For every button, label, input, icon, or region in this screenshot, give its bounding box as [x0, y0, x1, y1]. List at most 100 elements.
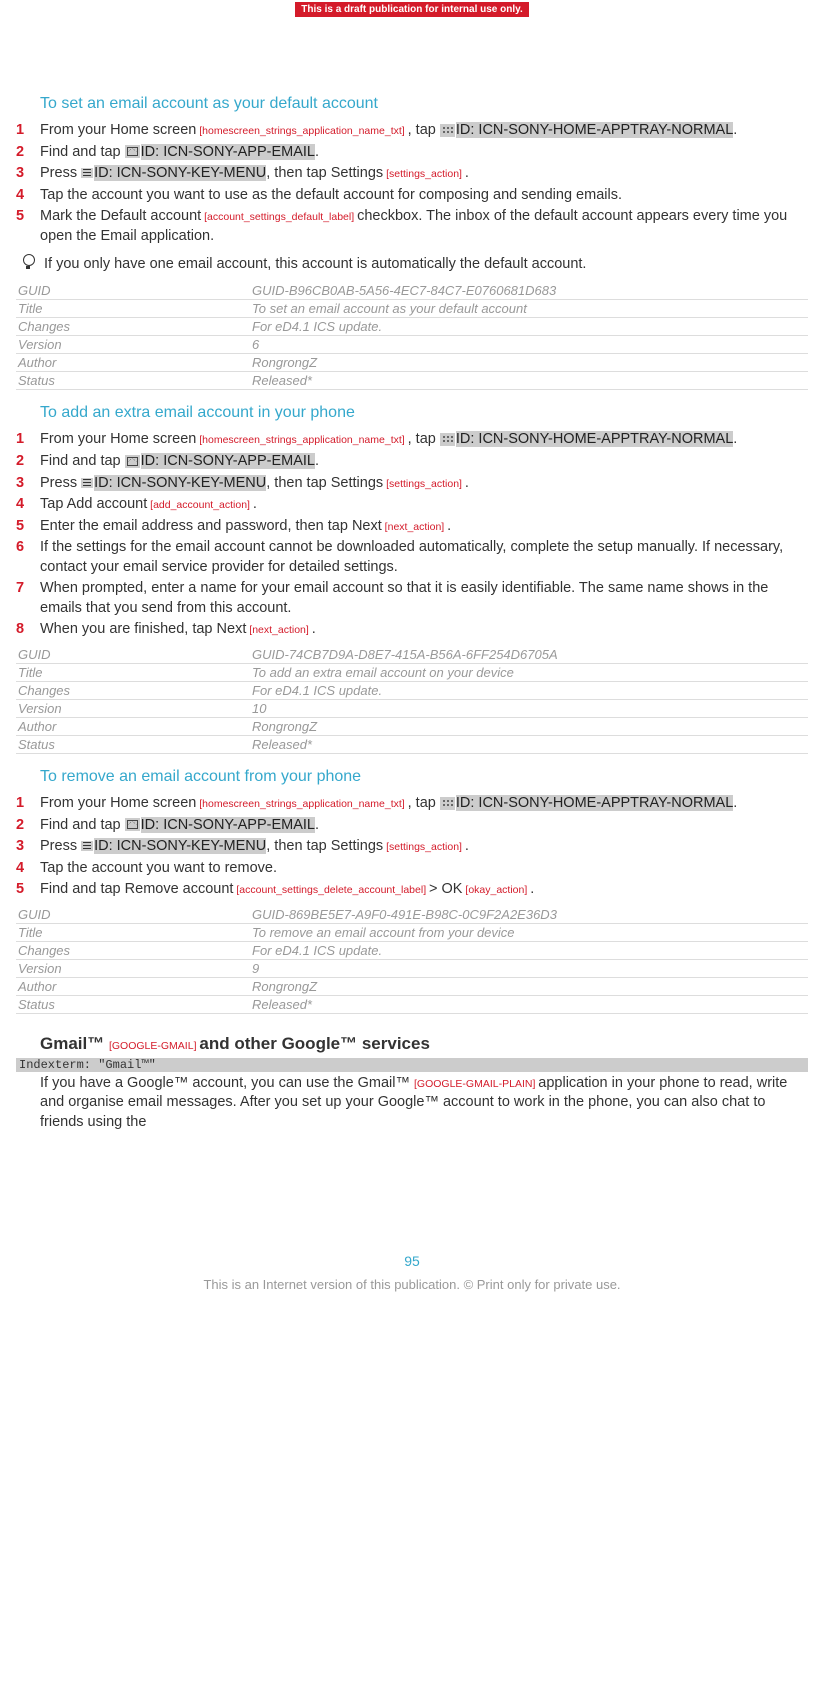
icon-id-highlight: ID: ICN-SONY-APP-EMAIL [141, 453, 315, 469]
steps-list: 1From your Home screen [homescreen_strin… [10, 121, 804, 246]
bold-term: Next [352, 518, 382, 534]
step-item: 3Press ID: ICN-SONY-KEY-MENU, then tap S… [16, 474, 804, 494]
step-text: When prompted, enter a name for your ema… [40, 579, 804, 618]
step-number: 2 [16, 143, 40, 163]
meta-key: Status [16, 736, 250, 754]
apps-grid-icon [440, 797, 455, 810]
meta-value: GUID-74CB7D9A-D8E7-415A-B56A-6FF254D6705… [250, 646, 808, 664]
step-text: Enter the email address and password, th… [40, 517, 804, 537]
meta-value: 10 [250, 700, 808, 718]
string-id-tag: [next_action] [246, 624, 311, 636]
step-item: 2Find and tap ID: ICN-SONY-APP-EMAIL. [16, 816, 804, 836]
metadata-table: GUIDGUID-869BE5E7-A9F0-491E-B98C-0C9F2A2… [16, 906, 808, 1014]
main-content: To set an email account as your default … [0, 95, 824, 1133]
table-row: TitleTo remove an email account from you… [16, 923, 808, 941]
meta-key: Title [16, 923, 250, 941]
bold-term: Default account [100, 208, 201, 224]
step-text: Find and tap Remove account [account_set… [40, 880, 804, 900]
icon-id-highlight: ID: ICN-SONY-HOME-APPTRAY-NORMAL [456, 795, 733, 811]
step-item: 4Tap the account you want to use as the … [16, 186, 804, 206]
step-number: 4 [16, 495, 40, 515]
meta-key: Status [16, 995, 250, 1013]
step-number: 4 [16, 859, 40, 879]
table-row: GUIDGUID-B96CB0AB-5A56-4EC7-84C7-E076068… [16, 282, 808, 300]
tip-text: If you only have one email account, this… [44, 256, 586, 272]
bold-term: Add account [67, 496, 148, 512]
meta-value: For eD4.1 ICS update. [250, 318, 808, 336]
meta-key: GUID [16, 646, 250, 664]
step-item: 4Tap the account you want to remove. [16, 859, 804, 879]
step-text: Mark the Default account [account_settin… [40, 207, 804, 246]
step-item: 8When you are finished, tap Next [next_a… [16, 620, 804, 640]
step-text: From your Home screen [homescreen_string… [40, 794, 804, 814]
icon-id-highlight: ID: ICN-SONY-HOME-APPTRAY-NORMAL [456, 431, 733, 447]
indexterm: Indexterm: "Gmail™" [16, 1058, 808, 1072]
step-number: 2 [16, 816, 40, 836]
table-row: ChangesFor eD4.1 ICS update. [16, 941, 808, 959]
lightbulb-icon [20, 254, 38, 266]
meta-key: GUID [16, 282, 250, 300]
table-row: ChangesFor eD4.1 ICS update. [16, 318, 808, 336]
table-row: TitleTo add an extra email account on yo… [16, 664, 808, 682]
bold-term: OK [442, 881, 463, 897]
meta-value: Released* [250, 995, 808, 1013]
metadata-table: GUIDGUID-B96CB0AB-5A56-4EC7-84C7-E076068… [16, 282, 808, 390]
steps-list: 1From your Home screen [homescreen_strin… [10, 794, 804, 900]
step-item: 3Press ID: ICN-SONY-KEY-MENU, then tap S… [16, 164, 804, 184]
table-row: AuthorRongrongZ [16, 354, 808, 372]
step-item: 2Find and tap ID: ICN-SONY-APP-EMAIL. [16, 452, 804, 472]
table-row: StatusReleased* [16, 372, 808, 390]
meta-key: Changes [16, 941, 250, 959]
apps-grid-icon [440, 433, 455, 446]
step-text: If the settings for the email account ca… [40, 538, 804, 577]
string-id-tag: [add_account_action] [147, 499, 253, 511]
apps-grid-icon [440, 124, 455, 137]
string-id-tag: [homescreen_strings_application_name_txt… [196, 798, 407, 810]
meta-key: Version [16, 700, 250, 718]
step-item: 6If the settings for the email account c… [16, 538, 804, 577]
step-item: 4Tap Add account [add_account_action] . [16, 495, 804, 515]
step-item: 1From your Home screen [homescreen_strin… [16, 121, 804, 141]
email-icon [125, 818, 140, 831]
meta-value: For eD4.1 ICS update. [250, 682, 808, 700]
step-number: 2 [16, 452, 40, 472]
bold-term: Settings [331, 165, 383, 181]
meta-value: Released* [250, 736, 808, 754]
step-text: From your Home screen [homescreen_string… [40, 121, 804, 141]
table-row: AuthorRongrongZ [16, 718, 808, 736]
meta-key: Title [16, 300, 250, 318]
table-row: GUIDGUID-74CB7D9A-D8E7-415A-B56A-6FF254D… [16, 646, 808, 664]
menu-key-icon [81, 168, 93, 178]
table-row: AuthorRongrongZ [16, 977, 808, 995]
meta-key: Version [16, 336, 250, 354]
step-number: 1 [16, 794, 40, 814]
meta-key: GUID [16, 906, 250, 924]
step-number: 8 [16, 620, 40, 640]
footer-text: This is an Internet version of this publ… [0, 1277, 824, 1300]
page-number: 95 [0, 1253, 824, 1269]
meta-value: 6 [250, 336, 808, 354]
step-text: Press ID: ICN-SONY-KEY-MENU, then tap Se… [40, 837, 804, 857]
step-number: 1 [16, 121, 40, 141]
step-text: Tap the account you want to use as the d… [40, 186, 804, 206]
step-item: 1From your Home screen [homescreen_strin… [16, 430, 804, 450]
step-number: 4 [16, 186, 40, 206]
email-icon [125, 455, 140, 468]
meta-value: RongrongZ [250, 354, 808, 372]
meta-value: RongrongZ [250, 718, 808, 736]
string-id-tag: [account_settings_default_label] [201, 211, 357, 223]
string-id-tag: [okay_action] [462, 884, 530, 896]
bold-term: Home screen [110, 795, 196, 811]
table-row: StatusReleased* [16, 995, 808, 1013]
draft-banner: This is a draft publication for internal… [295, 2, 529, 17]
gmail-paragraph: If you have a Google™ account, you can u… [40, 1074, 804, 1133]
step-number: 5 [16, 207, 40, 246]
meta-key: Author [16, 718, 250, 736]
meta-value: To remove an email account from your dev… [250, 923, 808, 941]
icon-id-highlight: ID: ICN-SONY-HOME-APPTRAY-NORMAL [456, 122, 733, 138]
steps-list: 1From your Home screen [homescreen_strin… [10, 430, 804, 640]
meta-value: To add an extra email account on your de… [250, 664, 808, 682]
string-id-tag: [GOOGLE-GMAIL] [109, 1040, 199, 1052]
table-row: Version9 [16, 959, 808, 977]
table-row: Version10 [16, 700, 808, 718]
